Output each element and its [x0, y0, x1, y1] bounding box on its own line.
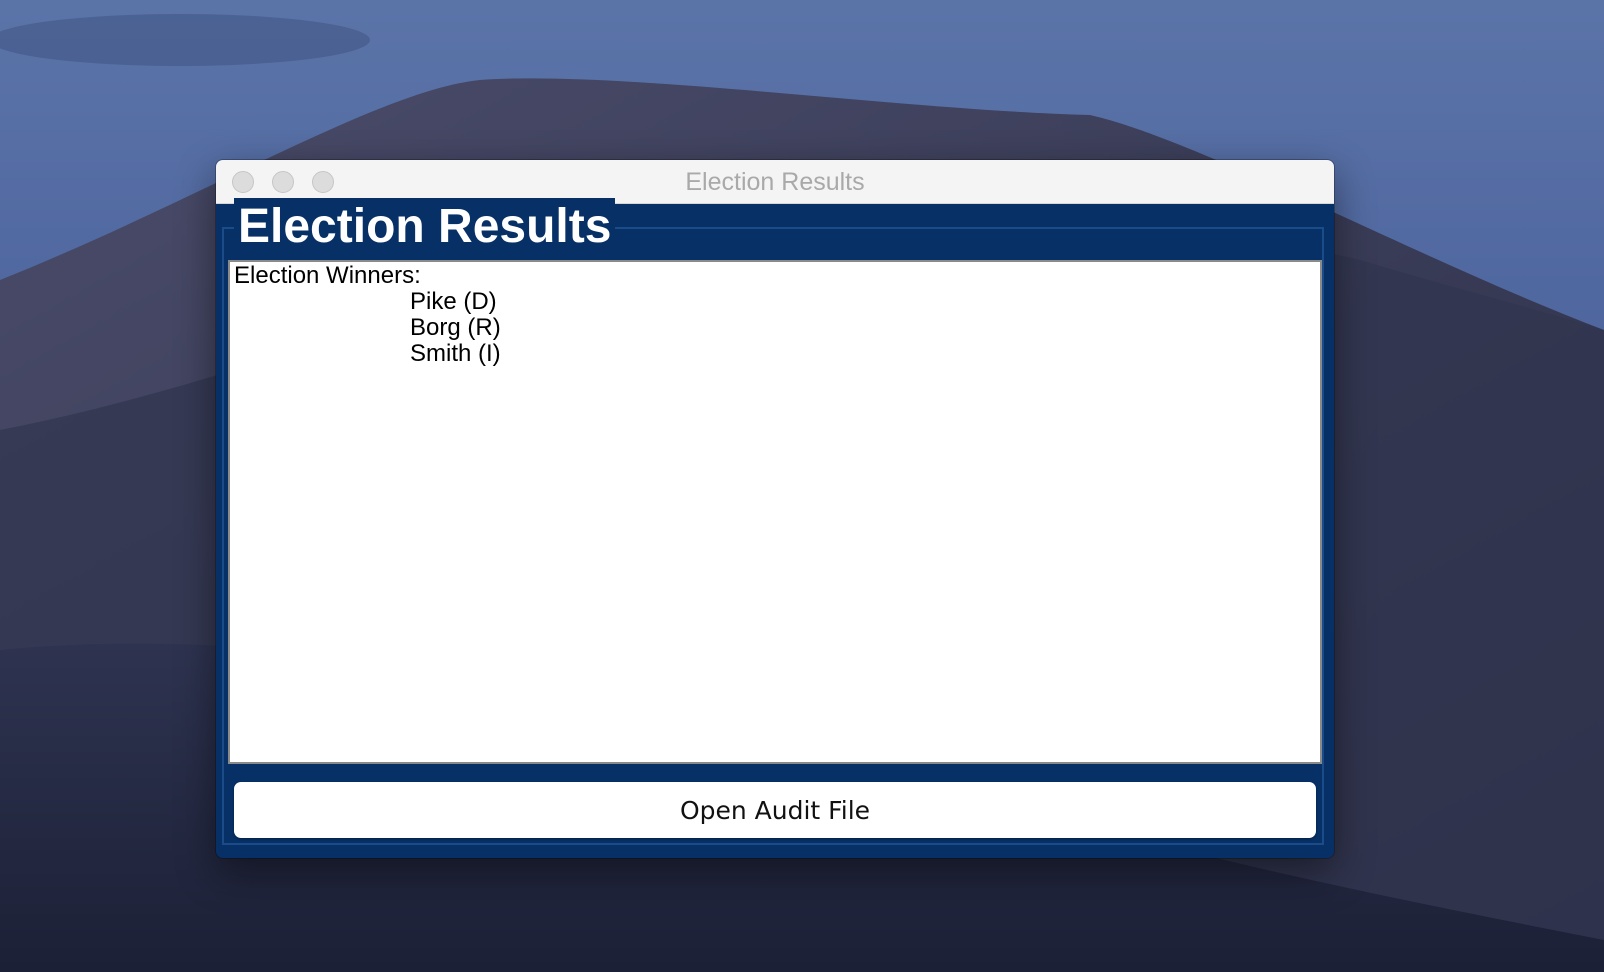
- winner-item: Borg (R): [410, 314, 501, 341]
- election-results-window: Election Results Election Results Electi…: [216, 160, 1334, 858]
- results-text-area[interactable]: Election Winners: Pike (D) Borg (R) Smit…: [228, 260, 1322, 764]
- page-title: Election Results: [234, 198, 616, 256]
- open-audit-file-button[interactable]: Open Audit File: [234, 782, 1316, 838]
- winners-label: Election Winners:: [234, 262, 421, 289]
- winner-item: Smith (I): [410, 340, 501, 367]
- results-panel: Election Results Election Winners: Pike …: [216, 198, 1334, 858]
- winner-item: Pike (D): [410, 288, 497, 315]
